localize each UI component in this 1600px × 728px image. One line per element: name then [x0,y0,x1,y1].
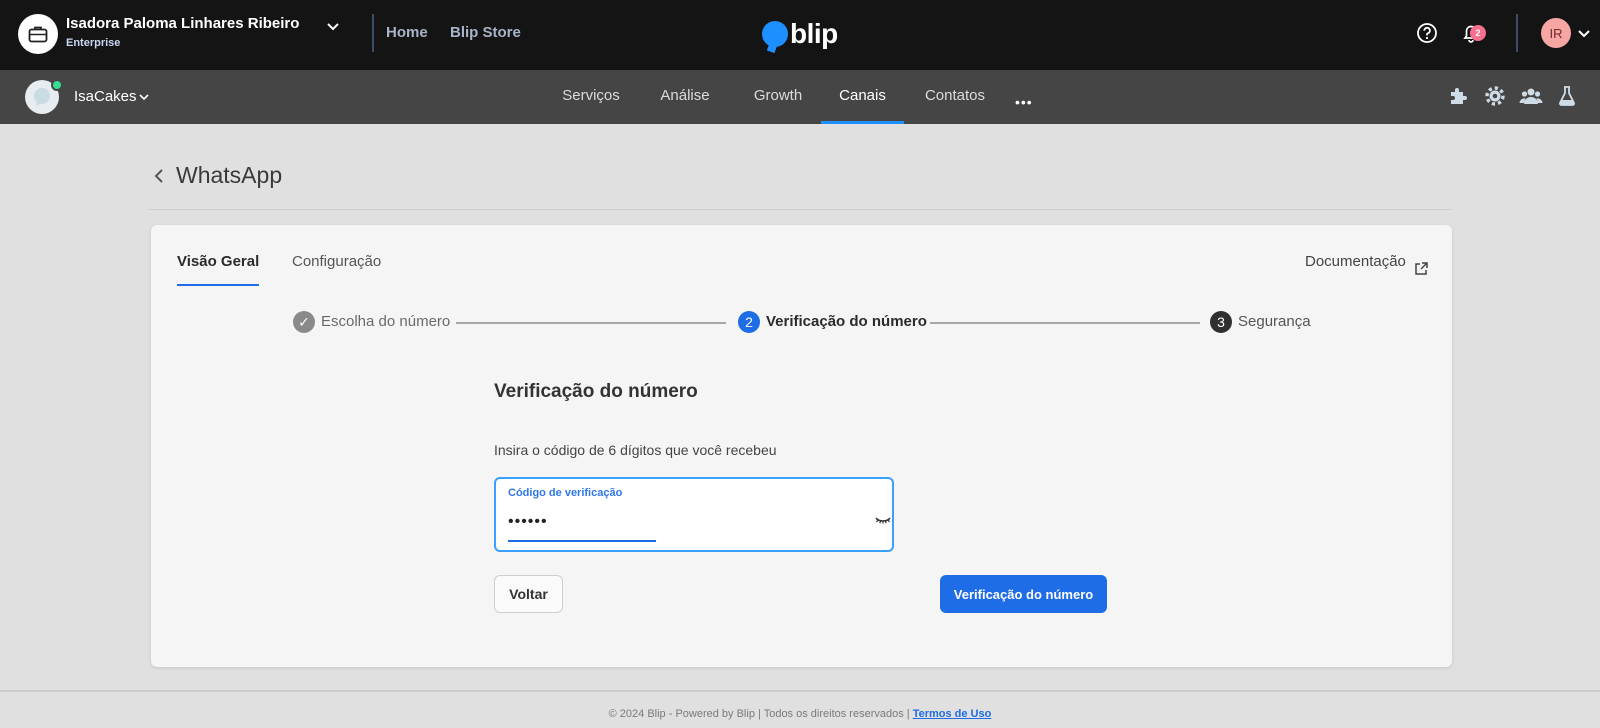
step-2-label: Verificação do número [766,313,927,330]
notification-badge: 2 [1470,25,1486,41]
blip-logo-bubble-icon [762,21,788,47]
nav-canais[interactable]: Canais [821,70,904,124]
blip-logo[interactable]: blip [762,18,838,50]
sub-nav: IsaCakes Serviços Análise Growth Canais … [0,70,1600,124]
chevron-down-icon[interactable] [138,91,150,103]
verification-code-input[interactable]: •••••• [508,513,548,531]
divider [1516,14,1518,52]
bot-chat-icon [34,88,50,106]
form-description: Insira o código de 6 dígitos que você re… [494,442,777,458]
nav-growth[interactable]: Growth [743,70,813,124]
nav-contatos[interactable]: Contatos [915,70,995,124]
blip-logo-text: blip [790,18,838,49]
verification-code-label: Código de verificação [508,487,623,499]
divider [148,209,1452,210]
step-3-label: Segurança [1238,313,1311,330]
step-1-check-icon: ✓ [293,311,315,333]
documentation-link[interactable]: Documentação [1305,253,1406,270]
form-title: Verificação do número [494,381,698,402]
whatsapp-card: Visão Geral Configuração Documentação ✓ … [151,225,1452,667]
verify-number-button[interactable]: Verificação do número [940,575,1107,613]
terms-link[interactable]: Termos de Uso [913,708,992,720]
step-1-label: Escolha do número [321,313,451,330]
step-3-number: 3 [1210,311,1232,333]
tab-visao-geral[interactable]: Visão Geral [177,253,260,286]
flask-icon[interactable] [1555,84,1579,108]
chevron-down-icon[interactable] [1576,25,1592,41]
blip-store-link[interactable]: Blip Store [450,24,521,41]
home-link[interactable]: Home [386,24,428,41]
verification-code-field[interactable]: Código de verificação •••••• [494,477,894,552]
org-name[interactable]: Isadora Paloma Linhares Ribeiro [66,15,299,32]
step-connector [930,322,1200,324]
user-avatar[interactable]: IR [1541,18,1571,48]
footer-text: © 2024 Blip - Powered by Blip | Todos os… [608,708,913,720]
back-arrow-icon[interactable] [150,167,168,185]
divider [372,14,374,52]
briefcase-icon [28,26,48,43]
org-avatar[interactable] [18,14,58,54]
divider [0,690,1600,692]
page-title: WhatsApp [176,162,283,188]
nav-analise[interactable]: Análise [650,70,720,124]
input-underline [508,540,656,542]
puzzle-icon[interactable] [1447,84,1471,108]
step-connector [456,322,726,324]
back-button[interactable]: Voltar [494,575,563,613]
org-plan: Enterprise [66,37,121,49]
top-bar: Isadora Paloma Linhares Ribeiro Enterpri… [0,0,1600,70]
external-link-icon[interactable] [1413,261,1429,277]
footer: © 2024 Blip - Powered by Blip | Todos os… [0,708,1600,720]
more-icon[interactable]: ••• [1015,94,1033,110]
team-icon[interactable] [1519,84,1543,108]
chevron-down-icon[interactable] [324,17,342,35]
bot-name[interactable]: IsaCakes [74,88,137,105]
online-status-indicator [51,79,63,91]
gear-icon[interactable] [1483,84,1507,108]
nav-servicos[interactable]: Serviços [554,70,628,124]
help-icon[interactable] [1416,22,1438,44]
tab-configuracao[interactable]: Configuração [292,253,381,284]
step-2-number: 2 [738,311,760,333]
eye-closed-icon[interactable] [874,513,892,527]
